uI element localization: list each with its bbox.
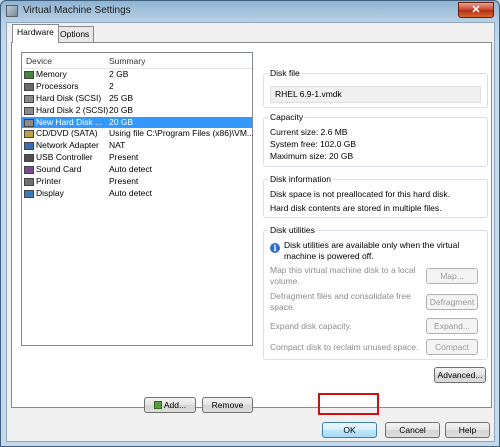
disk-info-line-2: Hard disk contents are stored in multipl…: [270, 203, 442, 213]
memory-icon: [24, 71, 34, 79]
close-button[interactable]: ✕: [458, 2, 494, 18]
defragment-button[interactable]: Defragment: [426, 294, 478, 310]
device-name: USB Controller: [36, 152, 93, 163]
ok-highlight-box: [318, 393, 379, 415]
disk-file-title: Disk file: [268, 68, 302, 78]
capacity-group: Capacity Current size: 2.6 MB System fre…: [263, 112, 488, 167]
device-row[interactable]: New Hard Disk ... 20 GB: [22, 116, 252, 129]
expand-button[interactable]: Expand...: [426, 318, 478, 334]
device-summary: Auto detect: [109, 187, 153, 198]
display-icon: [24, 189, 34, 198]
add-button-label: Add...: [163, 400, 187, 410]
device-row[interactable]: Sound Card Auto detect: [22, 164, 252, 176]
device-summary: NAT: [109, 140, 126, 151]
add-button[interactable]: Add...: [144, 397, 196, 413]
disk-information-title: Disk information: [268, 174, 333, 184]
hard-disk-icon: [24, 118, 34, 127]
device-row[interactable]: Hard Disk (SCSI) 25 GB: [22, 93, 252, 105]
device-summary: Present: [109, 152, 139, 163]
tab-hardware[interactable]: Hardware: [12, 24, 59, 43]
device-summary: Present: [109, 176, 139, 187]
device-name: Network Adapter: [36, 140, 99, 151]
disk-utilities-group: Disk utilities i Disk utilities are avai…: [263, 225, 488, 360]
device-name: Hard Disk 2 (SCSI): [36, 104, 109, 115]
defragment-description: Defragment files and consolidate free sp…: [270, 291, 411, 312]
device-row[interactable]: CD/DVD (SATA) Using file C:\Program Files…: [22, 128, 253, 140]
device-list[interactable]: Device Summary Memory 2 GB Processors 2 Hard…: [21, 52, 253, 346]
processor-icon: [24, 82, 34, 91]
device-row[interactable]: USB Controller Present: [22, 152, 252, 164]
help-button[interactable]: Help: [445, 422, 490, 438]
device-row[interactable]: Printer Present: [22, 176, 252, 188]
compact-description: Compact disk to reclaim unused space.: [270, 342, 419, 352]
device-summary: 2: [109, 80, 114, 91]
disk-information-group: Disk information Disk space is not preal…: [263, 174, 488, 218]
device-name: Sound Card: [36, 164, 82, 175]
column-device[interactable]: Device: [26, 56, 52, 66]
window-title: Virtual Machine Settings: [23, 5, 131, 16]
device-name: Processors: [36, 80, 79, 91]
capacity-title: Capacity: [268, 112, 306, 122]
current-size-text: Current size: 2.6 MB: [270, 127, 348, 137]
device-name: CD/DVD (SATA): [36, 128, 98, 139]
advanced-button[interactable]: Advanced...: [434, 367, 486, 383]
hard-disk-icon: [24, 106, 34, 115]
disk-file-field[interactable]: RHEL 6.9-1.vmdk: [270, 86, 481, 103]
device-summary: 2 GB: [109, 69, 129, 79]
disk-utilities-notice: Disk utilities are available only when t…: [284, 240, 460, 261]
maximum-size-text: Maximum size: 20 GB: [270, 151, 354, 161]
sound-card-icon: [24, 166, 34, 175]
column-summary[interactable]: Summary: [109, 56, 145, 66]
device-name: Printer: [36, 176, 62, 187]
printer-icon: [24, 178, 34, 187]
device-row[interactable]: Memory 2 GB: [22, 69, 252, 81]
device-summary: 20 GB: [109, 116, 134, 127]
device-row[interactable]: Display Auto detect: [22, 188, 252, 200]
tab-options[interactable]: Options: [55, 26, 95, 42]
cd-dvd-icon: [24, 130, 34, 139]
vmware-app-icon: [6, 5, 18, 17]
device-row[interactable]: Hard Disk 2 (SCSI) 20 GB: [22, 105, 252, 117]
device-list-header: Device Summary: [22, 53, 252, 69]
expand-description: Expand disk capacity.: [270, 321, 352, 331]
device-name: New Hard Disk ...: [36, 116, 103, 127]
device-summary: 25 GB: [109, 92, 134, 103]
virtual-machine-settings-window: Virtual Machine Settings ✕ Hardware Opti…: [0, 0, 500, 447]
device-name: Memory: [36, 69, 67, 79]
add-hardware-icon: [153, 401, 162, 409]
device-summary: 20 GB: [109, 104, 134, 115]
device-row[interactable]: Processors 2: [22, 81, 252, 93]
device-summary: Using file C:\Program Files (x86)\VM...: [109, 128, 253, 139]
hardware-tab-panel: Device Summary Memory 2 GB Processors 2 Hard…: [11, 42, 492, 413]
network-adapter-icon: [24, 142, 34, 151]
title-bar[interactable]: Virtual Machine Settings ✕: [1, 1, 499, 21]
remove-button[interactable]: Remove: [202, 397, 253, 413]
device-summary: Auto detect: [109, 164, 153, 175]
dialog-client-area: Hardware Options Device Summary Memory 2 …: [6, 22, 495, 442]
info-icon: i: [270, 243, 280, 253]
disk-utilities-title: Disk utilities: [268, 225, 317, 235]
device-name: Hard Disk (SCSI): [36, 92, 102, 103]
disk-file-group: Disk file RHEL 6.9-1.vmdk: [263, 68, 488, 108]
usb-icon: [24, 154, 34, 163]
device-row[interactable]: Network Adapter NAT: [22, 140, 252, 152]
map-description: Map this virtual machine disk to a local…: [270, 265, 416, 286]
device-rows: Memory 2 GB Processors 2 Hard Disk (SCSI) 25 …: [22, 69, 253, 200]
map-button[interactable]: Map...: [426, 268, 478, 284]
compact-button[interactable]: Compact: [426, 339, 478, 355]
system-free-text: System free: 102.0 GB: [270, 139, 356, 149]
device-name: Display: [36, 187, 64, 198]
disk-info-line-1: Disk space is not preallocated for this …: [270, 189, 451, 199]
ok-button[interactable]: OK: [322, 422, 377, 438]
cancel-button[interactable]: Cancel: [385, 422, 440, 438]
hard-disk-icon: [24, 94, 34, 103]
